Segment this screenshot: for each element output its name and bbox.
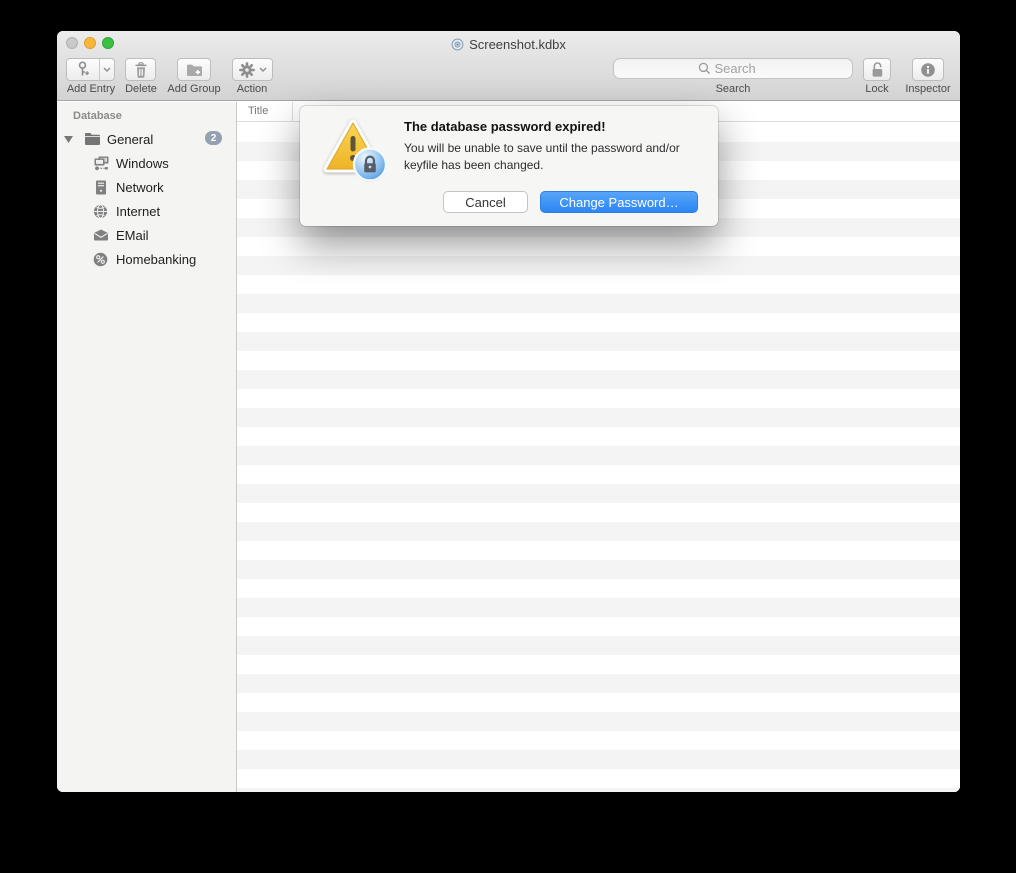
chevron-down-icon <box>259 67 266 72</box>
envelope-icon <box>94 229 108 241</box>
server-icon <box>96 180 106 194</box>
globe-icon <box>93 203 108 219</box>
sidebar-section-header: Database <box>73 110 122 122</box>
add-entry-button[interactable] <box>66 58 115 81</box>
add-group-button[interactable] <box>177 58 211 81</box>
chevron-down-icon <box>103 67 111 72</box>
document-proxy-icon <box>451 38 464 50</box>
sidebar-item-general[interactable]: General 2 <box>57 127 236 151</box>
add-entry-label: Add Entry <box>66 83 116 95</box>
sidebar-item-windows[interactable]: Windows <box>57 151 236 175</box>
lock-label: Lock <box>865 83 889 95</box>
sidebar-item-internet[interactable]: Internet <box>57 199 236 223</box>
key-plus-icon <box>78 61 89 76</box>
sidebar-item-label: Homebanking <box>116 251 197 267</box>
change-password-button[interactable]: Change Password… <box>540 191 698 213</box>
info-circle-icon <box>921 62 935 77</box>
delete-label: Delete <box>125 83 157 95</box>
delete-button[interactable] <box>125 58 156 81</box>
magnifier-icon <box>698 62 710 75</box>
search-field[interactable] <box>613 58 853 79</box>
folder-icon <box>85 133 100 145</box>
window-title-bar: Screenshot.kdbx <box>57 35 960 53</box>
sidebar-item-label: Windows <box>116 155 169 171</box>
titlebar-toolbar: Screenshot.kdbx Search Add Entry Delete … <box>57 31 960 101</box>
search-input[interactable] <box>714 61 769 76</box>
sidebar-item-network[interactable]: Network <box>57 175 236 199</box>
entry-count-badge: 2 <box>205 131 222 145</box>
disclosure-triangle-icon[interactable] <box>64 136 73 143</box>
sidebar-item-label: Network <box>116 179 164 195</box>
search-label: Search <box>715 83 751 95</box>
sidebar-item-email[interactable]: EMail <box>57 223 236 247</box>
dialog-message-line1: You will be unable to save until the pas… <box>404 141 680 155</box>
password-expired-dialog: The database password expired! You will … <box>300 106 718 226</box>
padlock-open-icon <box>872 61 882 77</box>
title-column-label: Title <box>248 105 269 117</box>
inspector-button[interactable] <box>912 58 944 81</box>
lock-button[interactable] <box>863 58 891 81</box>
workgroup-icon <box>94 156 109 170</box>
window-title: Screenshot.kdbx <box>469 36 566 52</box>
sidebar: Database General 2 Windows Network Inter… <box>57 102 237 792</box>
percent-circle-icon <box>93 252 108 266</box>
gear-icon <box>238 61 255 78</box>
add-entry-dropdown[interactable] <box>99 59 114 80</box>
inspector-label: Inspector <box>905 83 951 95</box>
dialog-title: The database password expired! <box>404 119 606 134</box>
trash-icon <box>135 61 146 78</box>
sidebar-item-label: Internet <box>116 203 161 219</box>
dialog-message: You will be unable to save until the pas… <box>404 140 680 174</box>
action-label: Action <box>236 83 268 95</box>
column-divider[interactable] <box>292 102 293 121</box>
dialog-message-line2: keyfile has been changed. <box>404 158 544 172</box>
sidebar-item-label: General <box>107 131 154 147</box>
sidebar-item-label: EMail <box>116 227 149 243</box>
sidebar-item-homebanking[interactable]: Homebanking <box>57 247 236 271</box>
warning-lock-icon <box>323 119 388 182</box>
cancel-button[interactable]: Cancel <box>443 191 528 213</box>
folder-plus-icon <box>186 64 202 76</box>
action-button[interactable] <box>232 58 273 81</box>
